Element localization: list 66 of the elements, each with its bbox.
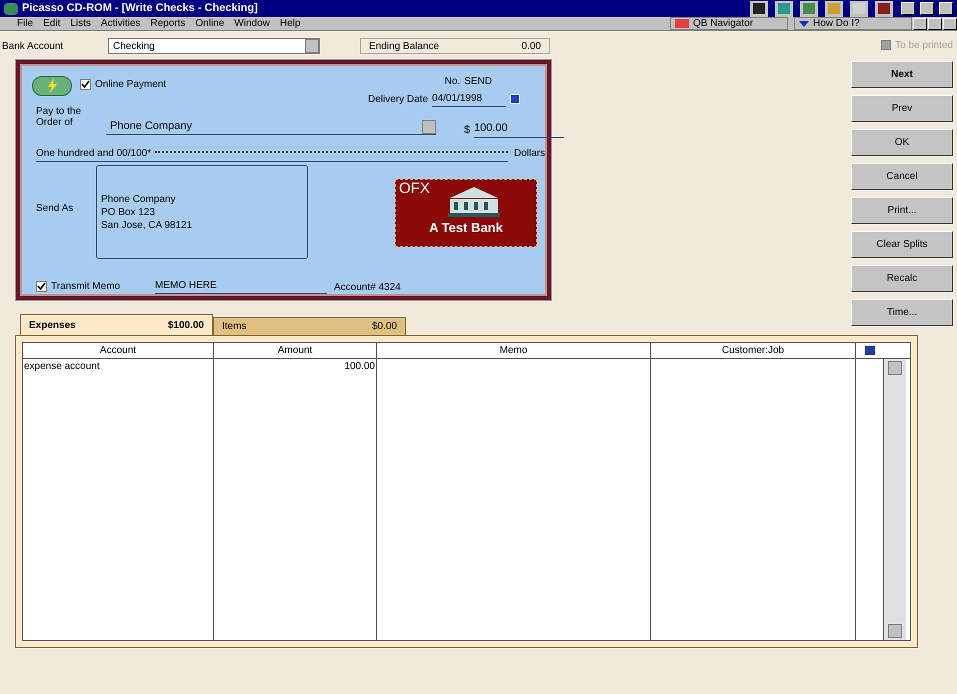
lightning-icon <box>32 76 72 96</box>
date-field[interactable]: 04/01/1998 <box>432 91 506 107</box>
balance-value: 0.00 <box>522 40 541 54</box>
action-button[interactable]: Next <box>851 61 953 88</box>
field-label: Send As <box>36 202 74 216</box>
field-label: Pay to the Order of <box>36 106 82 128</box>
table-cell-text: 100.00 <box>343 360 376 373</box>
toolbar-icon[interactable] <box>800 0 818 16</box>
toolbar-icon[interactable] <box>875 0 893 16</box>
address-line: Phone Company <box>101 192 176 206</box>
field-label: Bank Account <box>2 40 64 54</box>
check-number: SEND <box>464 75 492 89</box>
action-button[interactable]: Time... <box>851 299 953 326</box>
menu-item[interactable]: Online <box>190 16 230 31</box>
bank-building-icon <box>446 186 502 218</box>
column-header: Customer:Job <box>651 343 856 358</box>
account-number: Account# 4324 <box>334 281 401 295</box>
toolbar-icon[interactable] <box>850 0 868 16</box>
column-header: Amount <box>214 343 377 358</box>
amount-in-words: One hundred and 00/100* <box>36 147 152 161</box>
checkbox[interactable] <box>881 40 892 50</box>
toolbar-icon[interactable] <box>750 0 768 16</box>
action-button[interactable]: Print... <box>851 197 953 224</box>
currency-sign: $ <box>464 123 470 138</box>
table-cell-text: expense account <box>23 360 101 373</box>
toolbar-icon[interactable] <box>775 0 793 16</box>
field-label: No. <box>444 75 460 89</box>
tab[interactable]: Items $0.00 <box>213 317 406 335</box>
app-icon <box>4 2 18 14</box>
amount-field[interactable]: 100.00 <box>474 120 564 138</box>
checkbox[interactable] <box>36 281 47 292</box>
menu-item[interactable]: File <box>12 16 38 31</box>
checkbox-label: Transmit Memo <box>51 280 120 294</box>
menu-item[interactable]: Help <box>274 16 306 31</box>
address-line: PO Box 123 <box>101 206 156 218</box>
checkbox-label: Online Payment <box>95 78 166 92</box>
help-button[interactable]: How Do I? <box>794 17 912 30</box>
field-label: Dollars <box>514 147 546 161</box>
tab[interactable]: Expenses $100.00 <box>20 314 213 335</box>
field-label: Delivery Date <box>368 92 428 106</box>
action-button[interactable]: Clear Splits <box>851 231 953 258</box>
column-header: Memo <box>377 343 651 358</box>
menu-item[interactable]: Activities <box>96 16 146 31</box>
action-button[interactable]: Cancel <box>851 163 953 190</box>
logo-brand: OFX <box>399 181 430 197</box>
menu-item[interactable]: Reports <box>145 16 190 31</box>
navigator-button[interactable]: QB Navigator <box>670 17 788 30</box>
memo-field[interactable]: MEMO HERE <box>155 278 327 294</box>
checkbox[interactable] <box>80 79 91 90</box>
menu-item[interactable]: Window <box>229 16 275 31</box>
bank-name: A Test Bank <box>429 219 503 237</box>
bank-account-dropdown[interactable]: Checking <box>108 38 320 54</box>
address-line: San Jose, CA 98121 <box>101 218 194 232</box>
action-button[interactable]: Prev <box>851 95 953 122</box>
field-label: Ending Balance <box>369 40 440 54</box>
calendar-icon[interactable] <box>510 94 520 104</box>
split-icon[interactable] <box>864 345 876 356</box>
column-header: Account <box>23 343 214 358</box>
checkbox-label: To be printed <box>895 38 953 52</box>
menu-item[interactable]: Lists <box>65 16 96 31</box>
window-title: Picasso CD-ROM - [Write Checks - Checking] <box>22 1 258 16</box>
menu-item[interactable]: Edit <box>38 16 66 31</box>
toolbar-icon[interactable] <box>825 0 843 16</box>
action-button[interactable]: OK <box>851 129 953 156</box>
action-button[interactable]: Recalc <box>851 265 953 292</box>
payee-dropdown[interactable]: Phone Company <box>106 119 436 135</box>
